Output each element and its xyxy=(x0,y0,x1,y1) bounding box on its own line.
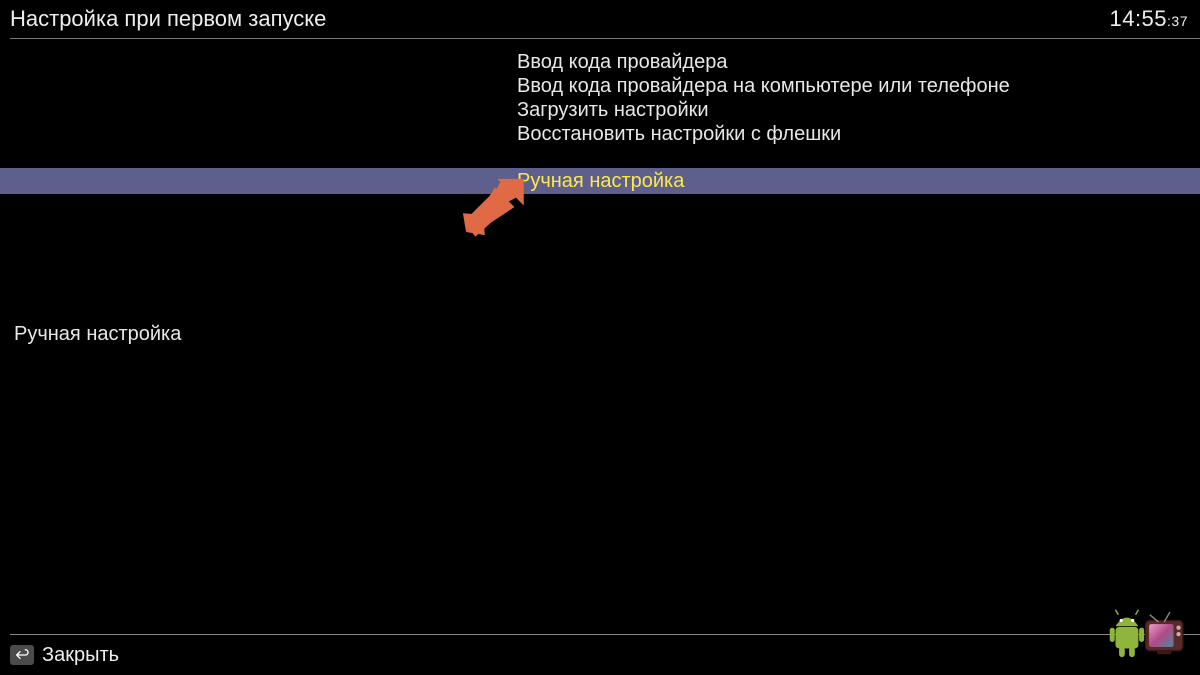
menu-gap xyxy=(0,146,1200,168)
clock: 14:55:37 xyxy=(1109,6,1188,32)
header-bar: Настройка при первом запуске 14:55:37 xyxy=(0,0,1200,40)
menu-item-manual-setup[interactable]: Ручная настройка xyxy=(0,168,1200,194)
divider-top xyxy=(10,38,1200,39)
clock-seconds: :37 xyxy=(1167,13,1188,29)
page-title: Настройка при первом запуске xyxy=(10,6,326,32)
menu-item-load-settings[interactable]: Загрузить настройки xyxy=(0,98,1200,122)
android-tv-mascot-icon xyxy=(1104,595,1190,669)
pointer-arrow-icon-overlay xyxy=(452,168,530,246)
menu-item-provider-code[interactable]: Ввод кода провайдера xyxy=(0,50,1200,74)
footer-bar: Закрыть xyxy=(0,635,1200,675)
back-icon[interactable] xyxy=(10,645,34,665)
clock-hours-minutes: 14:55 xyxy=(1109,6,1167,31)
selection-description: Ручная настройка xyxy=(14,323,181,346)
menu-item-provider-code-remote[interactable]: Ввод кода провайдера на компьютере или т… xyxy=(0,74,1200,98)
menu-item-restore-from-usb[interactable]: Восстановить настройки с флешки xyxy=(0,122,1200,146)
close-button-label[interactable]: Закрыть xyxy=(42,644,119,667)
setup-menu: Ввод кода провайдера Ввод кода провайдер… xyxy=(0,50,1200,194)
